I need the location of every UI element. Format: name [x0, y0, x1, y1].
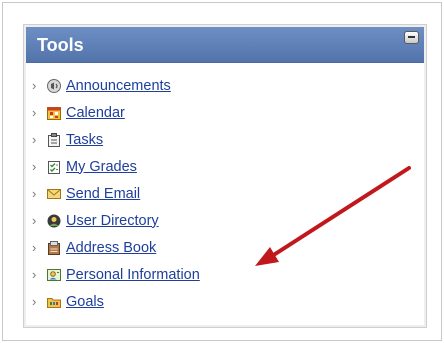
- chevron-right-icon: ›: [32, 158, 37, 174]
- module-body: › Announcements › Calendar › Tasks › My …: [26, 63, 424, 325]
- folder-icon: [46, 294, 62, 310]
- calendar-icon: [46, 105, 62, 121]
- tool-link-calendar[interactable]: Calendar: [66, 105, 125, 121]
- tool-link-send-email[interactable]: Send Email: [66, 186, 140, 202]
- tool-item-my-grades: › My Grades: [32, 153, 200, 180]
- tool-link-my-grades[interactable]: My Grades: [66, 159, 137, 175]
- screenshot-frame: Tools › Announcements › Calendar › Tasks…: [2, 2, 442, 341]
- chevron-right-icon: ›: [32, 239, 37, 255]
- envelope-icon: [46, 186, 62, 202]
- directory-icon: [46, 213, 62, 229]
- tool-item-address-book: › Address Book: [32, 234, 200, 261]
- tool-link-address-book[interactable]: Address Book: [66, 240, 156, 256]
- chevron-right-icon: ›: [32, 104, 37, 120]
- chevron-right-icon: ›: [32, 293, 37, 309]
- chevron-right-icon: ›: [32, 266, 37, 282]
- tool-link-tasks[interactable]: Tasks: [66, 132, 103, 148]
- chevron-right-icon: ›: [32, 77, 37, 93]
- chevron-right-icon: ›: [32, 185, 37, 201]
- clipboard-icon: [46, 132, 62, 148]
- address-book-icon: [46, 240, 62, 256]
- tools-list: › Announcements › Calendar › Tasks › My …: [32, 72, 200, 315]
- tool-item-goals: › Goals: [32, 288, 200, 315]
- tool-link-personal-information[interactable]: Personal Information: [66, 267, 200, 283]
- chevron-right-icon: ›: [32, 131, 37, 147]
- tool-item-announcements: › Announcements: [32, 72, 200, 99]
- minimize-icon[interactable]: [404, 31, 419, 44]
- tools-module: Tools › Announcements › Calendar › Tasks…: [23, 24, 427, 328]
- module-header: Tools: [26, 27, 424, 63]
- megaphone-icon: [46, 78, 62, 94]
- tool-item-send-email: › Send Email: [32, 180, 200, 207]
- tool-item-tasks: › Tasks: [32, 126, 200, 153]
- personal-info-icon: [46, 267, 62, 283]
- tool-item-personal-information: › Personal Information: [32, 261, 200, 288]
- tool-item-calendar: › Calendar: [32, 99, 200, 126]
- tool-link-announcements[interactable]: Announcements: [66, 78, 171, 94]
- tool-link-goals[interactable]: Goals: [66, 294, 104, 310]
- grades-icon: [46, 159, 62, 175]
- chevron-right-icon: ›: [32, 212, 37, 228]
- tool-item-user-directory: › User Directory: [32, 207, 200, 234]
- tool-link-user-directory[interactable]: User Directory: [66, 213, 159, 229]
- module-title: Tools: [37, 35, 84, 55]
